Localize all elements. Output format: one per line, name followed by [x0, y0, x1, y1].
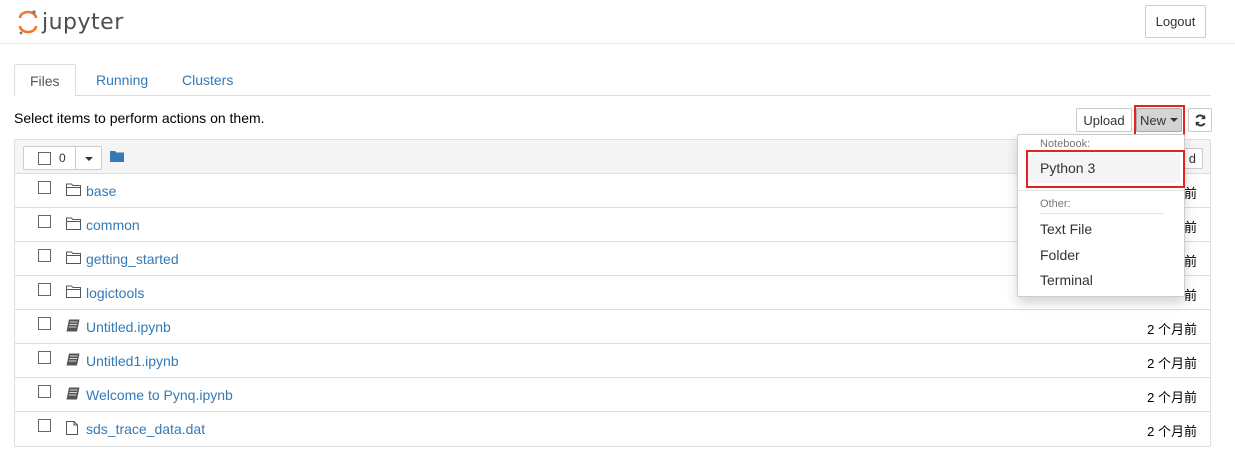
- item-checkbox[interactable]: [38, 385, 51, 398]
- list-item[interactable]: sds_trace_data.dat 2 个月前: [15, 412, 1210, 446]
- item-name[interactable]: Welcome to Pynq.ipynb: [86, 387, 233, 403]
- header: jupyter Logout: [0, 0, 1235, 44]
- item-name[interactable]: common: [86, 217, 140, 233]
- menu-item-text-file[interactable]: Text File: [1040, 221, 1092, 237]
- item-modified: 2 个月前: [1147, 356, 1197, 371]
- item-checkbox[interactable]: [38, 215, 51, 228]
- folder-outline-icon: [66, 183, 81, 196]
- select-all-checkbox[interactable]: [38, 152, 51, 165]
- item-name[interactable]: base: [86, 183, 116, 199]
- list-item[interactable]: Welcome to Pynq.ipynb 2 个月前: [15, 378, 1210, 412]
- logout-button[interactable]: Logout: [1145, 5, 1206, 38]
- folder-icon[interactable]: [110, 150, 124, 162]
- folder-outline-icon: [66, 217, 81, 230]
- refresh-button[interactable]: [1188, 108, 1212, 132]
- item-modified: 2 个月前: [1147, 424, 1197, 439]
- item-checkbox[interactable]: [38, 351, 51, 364]
- select-menu-caret-icon[interactable]: [85, 157, 93, 161]
- notebook-icon: [66, 353, 80, 366]
- menu-item-folder[interactable]: Folder: [1040, 247, 1080, 263]
- logo-text: jupyter: [42, 9, 124, 35]
- menu-item-terminal[interactable]: Terminal: [1040, 272, 1093, 288]
- menu-divider: [1018, 190, 1184, 191]
- item-name[interactable]: logictools: [86, 285, 144, 301]
- tab-files[interactable]: Files: [14, 64, 76, 97]
- item-checkbox[interactable]: [38, 283, 51, 296]
- selected-count: 0: [59, 151, 66, 165]
- refresh-icon: [1194, 114, 1206, 126]
- notebook-icon: [66, 319, 80, 332]
- item-checkbox[interactable]: [38, 249, 51, 262]
- new-button-highlight: [1134, 105, 1185, 136]
- item-modified: 2 个月前: [1147, 322, 1197, 337]
- jupyter-logo[interactable]: jupyter: [18, 6, 124, 38]
- item-modified: 2 个月前: [1147, 390, 1197, 405]
- select-all-group[interactable]: 0: [23, 146, 102, 170]
- file-icon: [66, 421, 78, 435]
- tab-clusters[interactable]: Clusters: [167, 64, 248, 96]
- list-item[interactable]: Untitled1.ipynb 2 个月前: [15, 344, 1210, 378]
- upload-button[interactable]: Upload: [1076, 108, 1132, 132]
- select-divider: [75, 147, 76, 169]
- notebook-icon: [66, 387, 80, 400]
- item-checkbox[interactable]: [38, 317, 51, 330]
- item-name[interactable]: Untitled.ipynb: [86, 319, 171, 335]
- item-modified: 前: [1183, 186, 1197, 201]
- item-checkbox[interactable]: [38, 419, 51, 432]
- menu-divider: [1040, 213, 1164, 214]
- list-item[interactable]: Untitled.ipynb 2 个月前: [15, 310, 1210, 344]
- item-name[interactable]: getting_started: [86, 251, 179, 267]
- tab-running[interactable]: Running: [81, 64, 163, 96]
- tab-bar: Files Running Clusters: [14, 64, 1211, 97]
- other-section-header: Other:: [1040, 198, 1071, 210]
- item-modified: 前: [1183, 254, 1197, 269]
- python3-highlight: [1026, 150, 1185, 188]
- selection-hint: Select items to perform actions on them.: [14, 110, 265, 126]
- folder-outline-icon: [66, 251, 81, 264]
- notebook-section-header: Notebook:: [1040, 138, 1091, 150]
- jupyter-logo-icon: [18, 10, 38, 35]
- folder-outline-icon: [66, 285, 81, 298]
- item-name[interactable]: Untitled1.ipynb: [86, 353, 179, 369]
- item-modified: 前: [1183, 220, 1197, 235]
- item-checkbox[interactable]: [38, 181, 51, 194]
- item-modified: 前: [1183, 288, 1197, 303]
- item-name[interactable]: sds_trace_data.dat: [86, 421, 205, 437]
